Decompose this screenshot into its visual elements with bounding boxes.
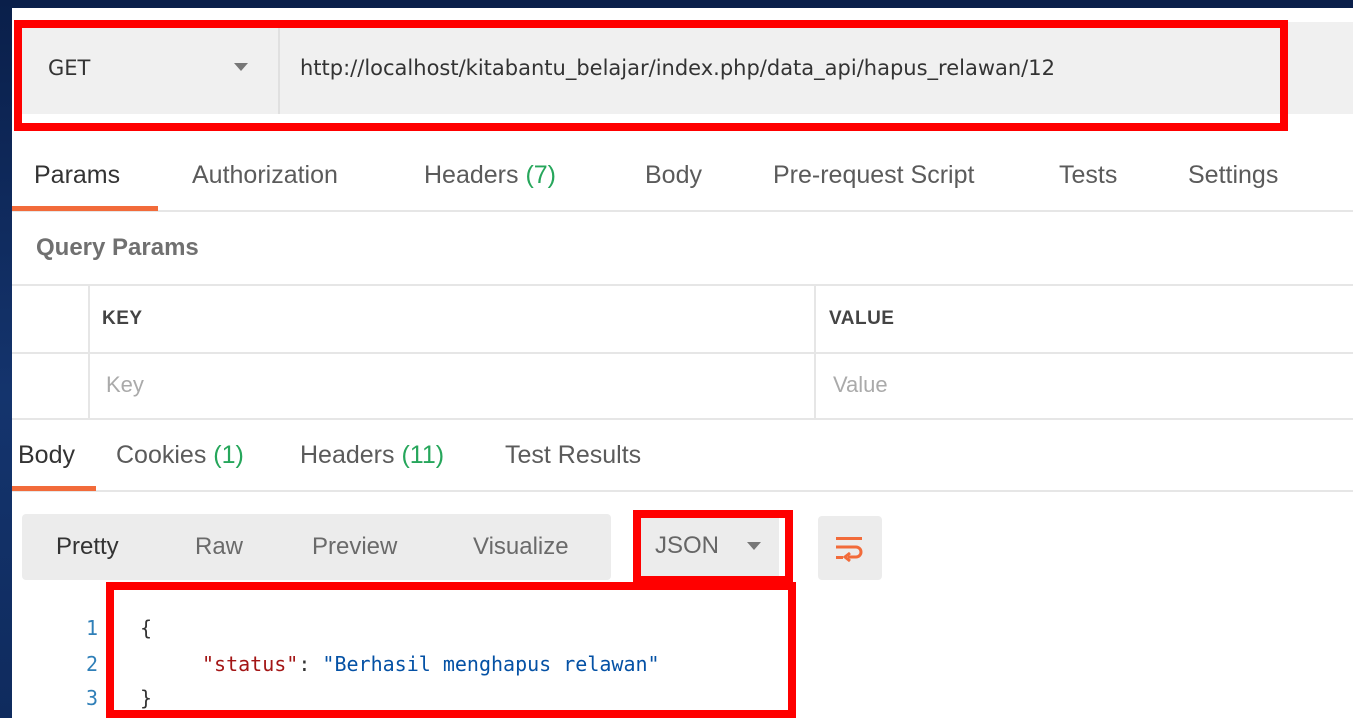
chevron-down-icon xyxy=(747,542,761,550)
value-input[interactable]: Value xyxy=(833,372,888,398)
response-body-code[interactable]: 1 2 3 { "status": "Berhasil menghapus re… xyxy=(12,604,1353,718)
headers-count-badge: (7) xyxy=(525,160,557,189)
chevron-down-icon xyxy=(234,63,248,71)
value-column-header: VALUE xyxy=(829,308,895,329)
cookies-count-badge: (1) xyxy=(213,440,244,469)
tab-headers[interactable]: Headers (7) xyxy=(424,140,556,210)
request-bar: GET http://localhost/kitabantu_belajar/i… xyxy=(22,22,1353,114)
view-preview-button[interactable]: Preview xyxy=(312,514,397,580)
postman-window: GET http://localhost/kitabantu_belajar/i… xyxy=(12,8,1353,718)
tab-pre-request-script[interactable]: Pre-request Script xyxy=(773,140,974,210)
line-number: 2 xyxy=(85,652,98,676)
view-visualize-button[interactable]: Visualize xyxy=(473,514,569,580)
response-tab-cookies[interactable]: Cookies (1) xyxy=(116,420,244,490)
response-tab-test-results[interactable]: Test Results xyxy=(505,420,641,490)
response-tabs: Body Cookies (1) Headers (11) Test Resul… xyxy=(12,420,1353,492)
tab-settings[interactable]: Settings xyxy=(1188,140,1278,210)
wrap-lines-button[interactable] xyxy=(818,516,882,580)
view-mode-group: Pretty Raw Preview Visualize xyxy=(22,514,611,580)
response-tab-body[interactable]: Body xyxy=(18,420,75,490)
json-value: "Berhasil menghapus relawan" xyxy=(322,652,660,676)
tab-tests[interactable]: Tests xyxy=(1059,140,1117,210)
method-select[interactable]: GET xyxy=(22,22,280,114)
json-separator: : xyxy=(298,652,323,676)
wrap-lines-icon xyxy=(836,537,863,563)
code-close-brace: } xyxy=(140,686,153,710)
code-line-status: "status": "Berhasil menghapus relawan" xyxy=(202,652,660,676)
tab-body[interactable]: Body xyxy=(645,140,702,210)
view-raw-button[interactable]: Raw xyxy=(195,514,243,580)
response-headers-count-badge: (11) xyxy=(401,440,445,469)
url-input[interactable]: http://localhost/kitabantu_belajar/index… xyxy=(300,22,1055,114)
active-tab-underline xyxy=(12,206,158,211)
method-label: GET xyxy=(48,56,91,80)
json-key: "status" xyxy=(202,652,299,676)
format-label: JSON xyxy=(655,532,720,559)
request-tabs: Params Authorization Headers (7) Body Pr… xyxy=(12,140,1353,212)
query-params-table: KEY VALUE Key Value xyxy=(12,284,1353,420)
code-open-brace: { xyxy=(140,616,153,640)
line-number: 1 xyxy=(85,616,98,640)
key-column-header: KEY xyxy=(102,308,143,329)
view-pretty-button[interactable]: Pretty xyxy=(56,514,119,580)
response-tab-headers[interactable]: Headers (11) xyxy=(300,420,444,490)
tab-authorization[interactable]: Authorization xyxy=(192,140,338,210)
query-params-title: Query Params xyxy=(36,234,199,261)
line-number: 3 xyxy=(85,686,98,710)
active-response-tab-underline xyxy=(12,486,96,491)
key-input[interactable]: Key xyxy=(106,372,144,398)
format-select[interactable]: JSON xyxy=(639,516,779,576)
tab-params[interactable]: Params xyxy=(34,140,120,210)
